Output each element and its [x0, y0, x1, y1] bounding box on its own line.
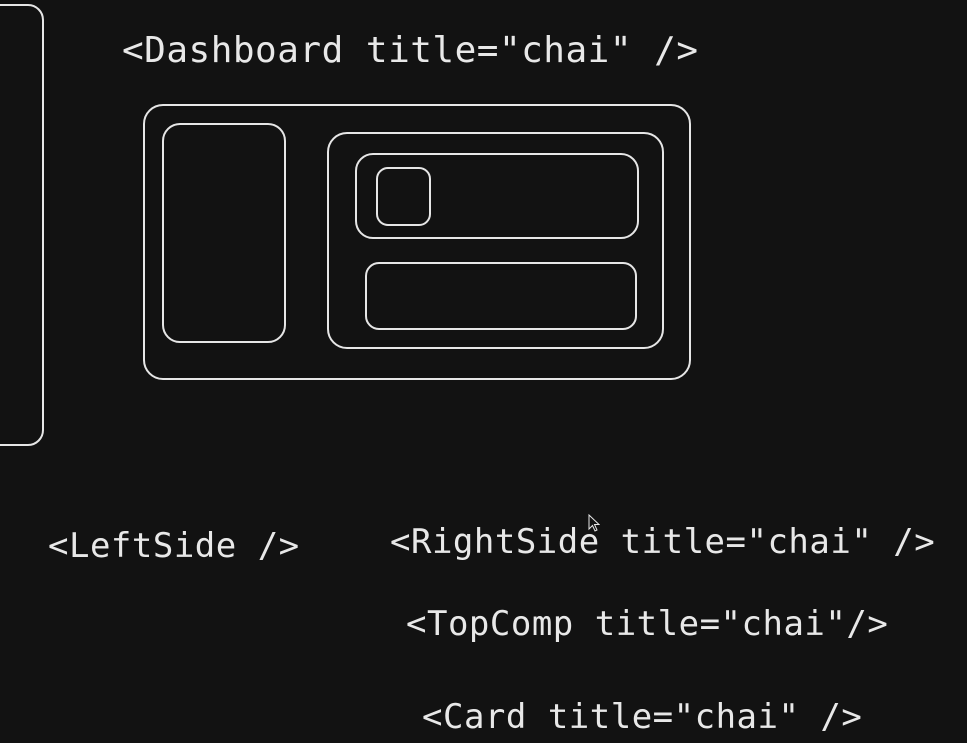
- mouse-pointer-icon: [588, 514, 600, 532]
- bottom-comp-frame: [365, 262, 637, 330]
- card-frame: [376, 167, 431, 226]
- top-comp-label: <TopComp title="chai"/>: [406, 604, 889, 644]
- dashboard-label: <Dashboard title="chai" />: [122, 30, 699, 71]
- offscreen-frame: [0, 4, 44, 446]
- whiteboard-canvas[interactable]: <Dashboard title="chai" /> <LeftSide /> …: [0, 0, 967, 743]
- right-side-label: <RightSide title="chai" />: [390, 522, 936, 562]
- left-side-frame: [162, 123, 286, 343]
- card-label: <Card title="chai" />: [422, 697, 863, 737]
- left-side-label: <LeftSide />: [48, 526, 300, 566]
